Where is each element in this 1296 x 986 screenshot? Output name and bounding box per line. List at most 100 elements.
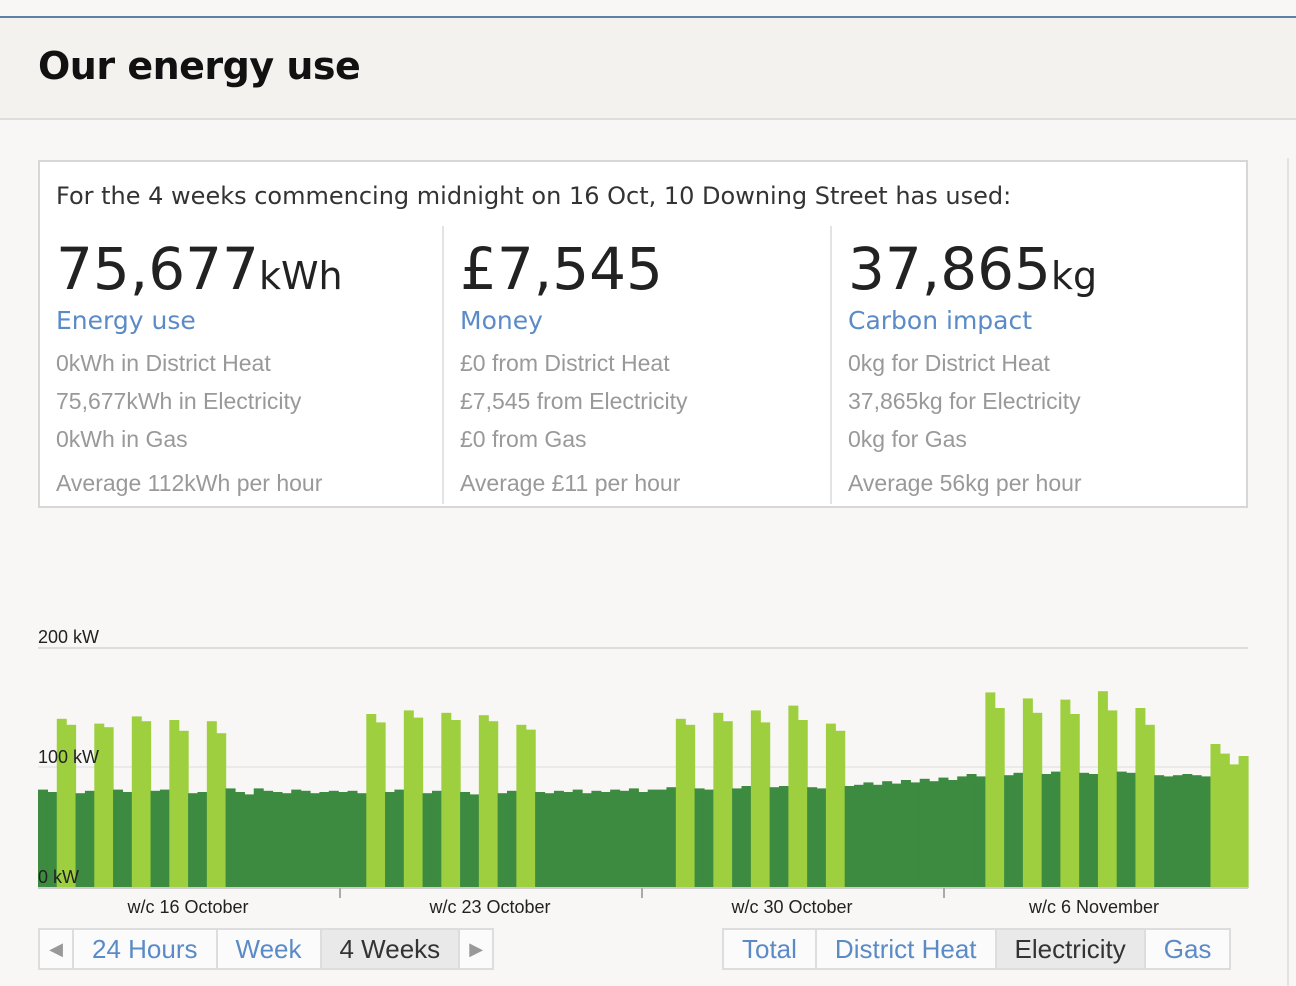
chart-bar [516, 724, 527, 888]
chart-bar [159, 789, 170, 888]
fuel-total-button[interactable]: Total [724, 930, 817, 968]
chart-bar [675, 718, 686, 888]
chart-bar [1219, 753, 1230, 888]
chart-area-series [38, 691, 1249, 888]
carbon-impact-link[interactable]: Carbon impact [848, 306, 1032, 335]
chart-bar [441, 712, 452, 888]
energy-district-heat: 0kWh in District Heat [56, 350, 271, 376]
chart-bar [900, 780, 911, 888]
chart-bar [460, 792, 471, 888]
chart-bar [750, 710, 761, 888]
chart-bar [1144, 724, 1155, 888]
carbon-total: 37,865kg [848, 240, 1097, 298]
chart-bar [1060, 699, 1071, 888]
chart-bar [103, 727, 114, 888]
carbon-unit: kg [1050, 254, 1098, 298]
chart-bar [84, 790, 95, 888]
range-4-weeks-button[interactable]: 4 Weeks [321, 930, 461, 968]
chart-bar [957, 776, 968, 888]
carbon-district-heat: 0kg for District Heat [848, 350, 1050, 376]
chart-bar [216, 733, 227, 888]
chart-bar [938, 777, 949, 888]
chart-bar [1229, 764, 1240, 888]
chart-bar [356, 793, 367, 888]
chart-bar [319, 792, 330, 888]
chart-bar [1088, 774, 1099, 888]
money-link[interactable]: Money [460, 306, 543, 335]
chart-bar [234, 792, 245, 888]
money-electricity: £7,545 from Electricity [460, 388, 688, 414]
chart-bar [431, 790, 442, 888]
page-title: Our energy use [38, 44, 361, 88]
chart-bar [497, 793, 508, 888]
chart-bar [403, 710, 414, 888]
energy-usage-chart: 200 kW 100 kW 0 kW w/c 16 October w/c 23… [38, 627, 1249, 917]
x-tick-label: w/c 16 October [126, 897, 248, 917]
chart-bar [1172, 775, 1183, 888]
chart-bar [910, 782, 921, 888]
chart-bar [56, 718, 67, 888]
fuel-electricity-button[interactable]: Electricity [996, 930, 1146, 968]
chart-bar [1210, 744, 1221, 888]
chart-bar [375, 722, 386, 888]
money-gas: £0 from Gas [460, 426, 587, 452]
chart-bar [685, 724, 696, 888]
chart-bar [1013, 772, 1024, 888]
chart-bar [1116, 771, 1127, 888]
chart-bar [394, 789, 405, 888]
chart-bar [703, 789, 714, 888]
money-district-heat: £0 from District Heat [460, 350, 670, 376]
chart-bar [628, 788, 639, 888]
next-arrow-icon[interactable]: ▶ [460, 930, 493, 968]
chart-bar [732, 788, 743, 888]
chart-bar [816, 788, 827, 888]
fuel-gas-button[interactable]: Gas [1145, 930, 1230, 968]
range-24-hours-button[interactable]: 24 Hours [74, 930, 218, 968]
chart-bar [310, 793, 320, 888]
chart-bar [1022, 698, 1033, 888]
chart-bar [263, 790, 274, 888]
carbon-column: 37,865kg Carbon impact 0kg for District … [830, 226, 1248, 504]
chart-bar [825, 723, 836, 888]
money-column: £7,545 Money £0 from District Heat £7,54… [442, 226, 830, 504]
chart-bar [797, 720, 808, 888]
y-tick-label-200: 200 kW [38, 627, 99, 647]
chart-bar [553, 790, 564, 888]
chart-bar [525, 729, 536, 888]
chart-bar [657, 789, 668, 888]
carbon-value: 37,865 [848, 235, 1051, 303]
y-tick-label-0: 0 kW [38, 867, 79, 887]
chart-bar [647, 789, 658, 888]
chart-bar [694, 788, 705, 888]
chart-bar [966, 774, 977, 888]
chart-bar [281, 793, 292, 888]
x-tick-label: w/c 23 October [428, 897, 550, 917]
chart-bar [188, 793, 199, 888]
chart-bar [469, 794, 480, 888]
chart-bar [600, 792, 611, 888]
chart-bar [535, 792, 546, 888]
chart-bar [1238, 756, 1249, 888]
chart-bar [844, 786, 855, 888]
chart-bar [994, 708, 1005, 888]
money-average: Average £11 per hour [460, 470, 681, 496]
chart-bar [338, 792, 349, 888]
energy-total: 75,677kWh [56, 240, 343, 298]
chart-bar [1032, 712, 1043, 888]
previous-arrow-icon[interactable]: ◀ [40, 930, 74, 968]
chart-bar [272, 792, 283, 888]
chart-bar [178, 730, 189, 888]
range-week-button[interactable]: Week [217, 930, 322, 968]
fuel-district-heat-button[interactable]: District Heat [816, 930, 997, 968]
chart-bar [591, 790, 602, 888]
chart-bar [422, 793, 433, 888]
energy-use-link[interactable]: Energy use [56, 306, 196, 335]
chart-bar [666, 787, 677, 888]
chart-bar [300, 790, 311, 888]
chart-bar [1154, 775, 1165, 888]
chart-bar [741, 786, 752, 888]
chart-bar [113, 789, 124, 888]
chart-bar [413, 717, 424, 888]
chart-bar [563, 792, 574, 888]
x-tick-label: w/c 30 October [730, 897, 852, 917]
